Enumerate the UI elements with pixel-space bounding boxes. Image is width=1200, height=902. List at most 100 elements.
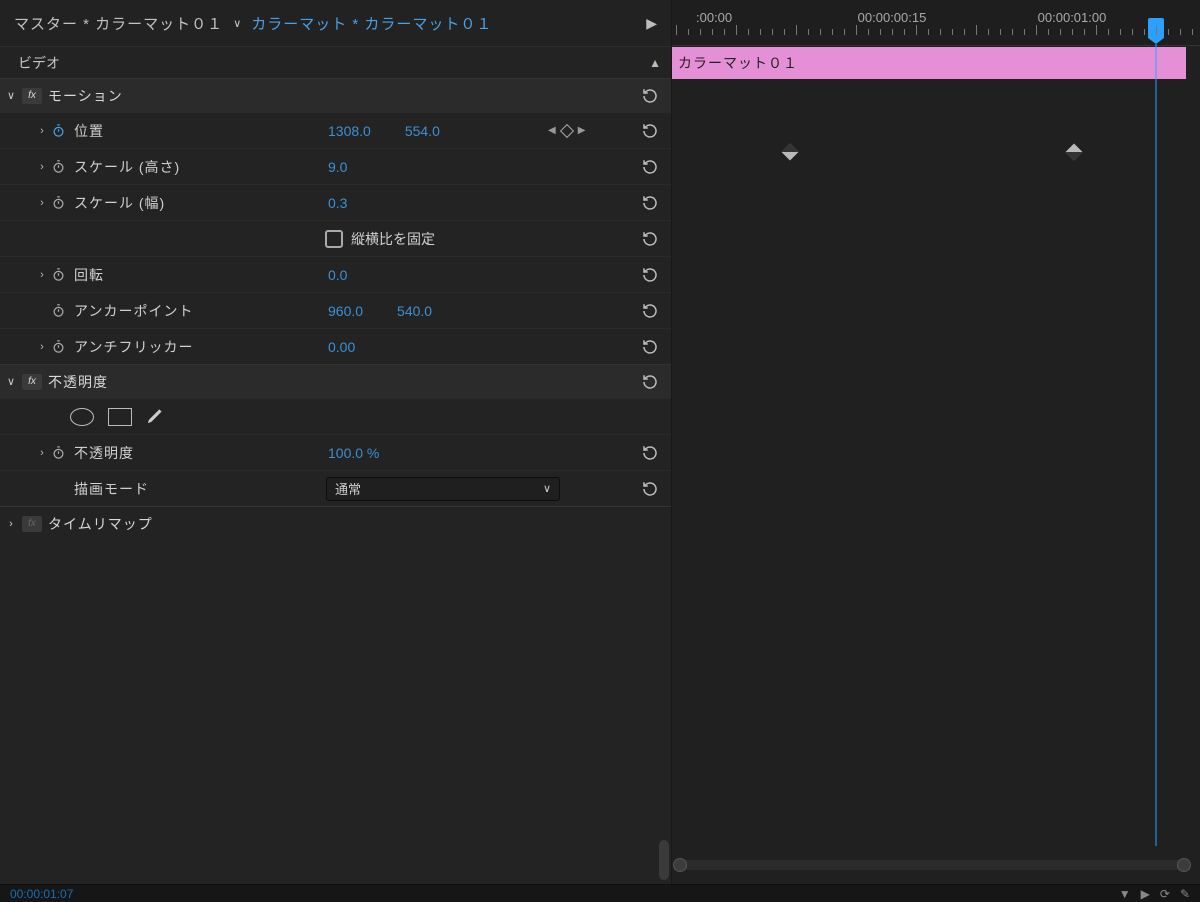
property-antiflicker: › アンチフリッカー 0.00: [0, 328, 671, 364]
twirl-right-icon[interactable]: ›: [34, 161, 50, 173]
position-y-value[interactable]: 554.0: [405, 123, 440, 139]
clip-label: カラーマット０１: [678, 53, 798, 73]
effect-name-motion[interactable]: モーション: [48, 86, 123, 106]
timeline-panel: :00:00 00:00:00:15 00:00:01:00 カラーマット０１: [672, 0, 1200, 884]
keyframe-nav: ◀ ▶: [548, 125, 585, 136]
anchor-x-value[interactable]: 960.0: [328, 303, 363, 319]
tool-icon[interactable]: ▶: [1141, 887, 1150, 901]
property-anchor-point: › アンカーポイント 960.0 540.0: [0, 292, 671, 328]
reset-icon[interactable]: [637, 190, 663, 216]
collapse-icon[interactable]: ▲: [649, 56, 661, 70]
prev-keyframe-icon[interactable]: ◀: [548, 125, 556, 136]
reset-icon[interactable]: [637, 440, 663, 466]
stopwatch-icon[interactable]: [50, 195, 66, 211]
reset-icon[interactable]: [637, 118, 663, 144]
scrollbar-thumb[interactable]: [659, 840, 669, 880]
footer-tools: ▼ ▶ ⟳ ✎: [1119, 887, 1190, 901]
playhead-line: [1156, 44, 1157, 846]
ellipse-mask-icon[interactable]: [70, 408, 94, 426]
play-icon[interactable]: ▶: [646, 15, 657, 32]
master-clip-name[interactable]: マスター * カラーマット０１: [14, 13, 223, 34]
effect-controls-panel: マスター * カラーマット０１ ∨ カラーマット * カラーマット０１ ▶ ビデ…: [0, 0, 672, 884]
opacity-value[interactable]: 100.0 %: [328, 445, 379, 461]
fx-badge-icon[interactable]: fx: [22, 374, 42, 390]
keyframe-diamond-icon[interactable]: [1066, 144, 1083, 161]
current-time[interactable]: 00:00:01:07: [10, 887, 73, 901]
clip-bar[interactable]: カラーマット０１: [672, 47, 1186, 79]
next-keyframe-icon[interactable]: ▶: [578, 125, 586, 136]
reset-icon[interactable]: [637, 298, 663, 324]
ruler-label-1: 00:00:00:15: [858, 10, 927, 25]
reset-icon[interactable]: [637, 154, 663, 180]
stopwatch-icon[interactable]: [50, 159, 66, 175]
empty-area: [0, 540, 671, 884]
mask-tools-row: [0, 398, 671, 434]
uniform-scale-label: 縦横比を固定: [351, 229, 435, 249]
reset-icon[interactable]: [637, 262, 663, 288]
blend-mode-value: 通常: [335, 479, 361, 498]
fx-badge-icon[interactable]: fx: [22, 88, 42, 104]
rotation-value[interactable]: 0.0: [328, 267, 347, 283]
zoom-handle-right[interactable]: [1177, 858, 1191, 872]
property-blend-mode: › 描画モード 通常 ∨: [0, 470, 671, 506]
reset-icon[interactable]: [637, 83, 663, 109]
twirl-right-icon[interactable]: ›: [34, 341, 50, 353]
stopwatch-icon[interactable]: [50, 303, 66, 319]
stopwatch-icon[interactable]: [50, 445, 66, 461]
stopwatch-icon[interactable]: [50, 123, 66, 139]
keyframe-diamond-icon[interactable]: [782, 144, 799, 161]
twirl-down-icon[interactable]: ∨: [0, 375, 22, 388]
zoom-handle-left[interactable]: [673, 858, 687, 872]
antiflicker-value[interactable]: 0.00: [328, 339, 355, 355]
video-section-label: ビデオ: [18, 53, 60, 73]
time-ruler[interactable]: :00:00 00:00:00:15 00:00:01:00: [672, 0, 1200, 46]
property-rotation: › 回転 0.0: [0, 256, 671, 292]
property-uniform-scale: 縦横比を固定: [0, 220, 671, 256]
tool-icon[interactable]: ⟳: [1160, 887, 1170, 901]
effect-name-time-remap[interactable]: タイムリマップ: [48, 514, 153, 534]
add-keyframe-icon[interactable]: [560, 123, 574, 137]
pen-mask-icon[interactable]: [146, 405, 166, 428]
footer-bar: 00:00:01:07 ▼ ▶ ⟳ ✎: [0, 884, 1200, 902]
reset-icon[interactable]: [637, 334, 663, 360]
uniform-scale-checkbox[interactable]: [325, 230, 343, 248]
twirl-right-icon[interactable]: ›: [34, 269, 50, 281]
twirl-right-icon[interactable]: ›: [34, 125, 50, 137]
twirl-down-icon[interactable]: ∨: [0, 89, 22, 102]
chevron-down-icon[interactable]: ∨: [233, 17, 241, 30]
rectangle-mask-icon[interactable]: [108, 408, 132, 426]
property-position: › 位置 1308.0 554.0 ◀ ▶: [0, 112, 671, 148]
effect-name-opacity[interactable]: 不透明度: [48, 372, 108, 392]
ruler-label-0: :00:00: [696, 10, 732, 25]
property-label: スケール (幅): [74, 193, 224, 213]
twirl-right-icon[interactable]: ›: [0, 518, 22, 530]
video-section-header: ビデオ ▲: [0, 46, 671, 78]
blend-mode-dropdown[interactable]: 通常 ∨: [326, 477, 560, 501]
chevron-down-icon: ∨: [543, 482, 551, 495]
property-scale-height: › スケール (高さ) 9.0: [0, 148, 671, 184]
reset-icon[interactable]: [637, 369, 663, 395]
property-label: スケール (高さ): [74, 157, 224, 177]
scale-height-value[interactable]: 9.0: [328, 159, 347, 175]
property-scale-width: › スケール (幅) 0.3: [0, 184, 671, 220]
position-x-value[interactable]: 1308.0: [328, 123, 371, 139]
sequence-clip-name[interactable]: カラーマット * カラーマット０１: [251, 13, 492, 34]
reset-icon[interactable]: [637, 476, 663, 502]
twirl-right-icon[interactable]: ›: [34, 447, 50, 459]
fx-badge-icon[interactable]: fx: [22, 516, 42, 532]
stopwatch-icon[interactable]: [50, 339, 66, 355]
stopwatch-icon[interactable]: [50, 267, 66, 283]
scale-width-value[interactable]: 0.3: [328, 195, 347, 211]
timeline-body[interactable]: [672, 80, 1200, 846]
tool-icon[interactable]: ✎: [1180, 887, 1190, 901]
tool-icon[interactable]: ▼: [1119, 887, 1131, 901]
anchor-y-value[interactable]: 540.0: [397, 303, 432, 319]
property-label: 不透明度: [74, 443, 224, 463]
zoom-scrollbar[interactable]: [676, 860, 1188, 870]
property-label: アンカーポイント: [74, 301, 224, 321]
property-label: 位置: [74, 121, 224, 141]
twirl-right-icon[interactable]: ›: [34, 197, 50, 209]
property-opacity: › 不透明度 100.0 %: [0, 434, 671, 470]
reset-icon[interactable]: [637, 226, 663, 252]
effect-opacity-header: ∨ fx 不透明度: [0, 364, 671, 398]
